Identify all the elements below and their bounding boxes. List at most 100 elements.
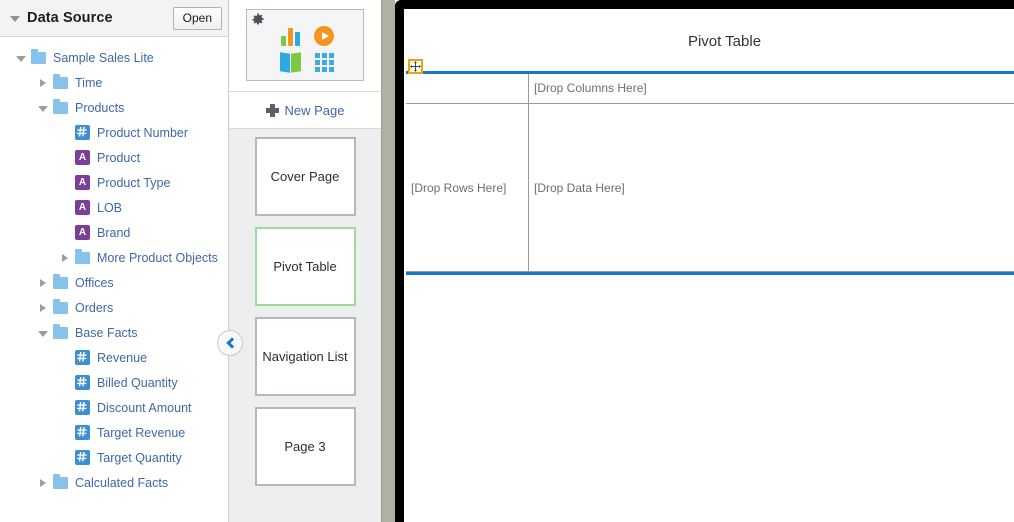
page-card[interactable]: Navigation List (254, 317, 356, 396)
number-icon (75, 350, 90, 365)
page-title: Data Source (27, 10, 113, 26)
page-card-label: Cover Page (270, 169, 340, 184)
drop-rows-zone[interactable]: [Drop Rows Here] (406, 104, 529, 272)
attribute-icon: A (75, 150, 90, 165)
folder-icon (53, 273, 68, 289)
pivot-grid: [Drop Columns Here] [Drop Rows Here] [Dr… (406, 74, 1014, 272)
tree-item-product-type[interactable]: A Product Type (0, 170, 228, 195)
collapsed-triangle-icon[interactable] (32, 303, 53, 312)
tree-item-revenue[interactable]: Revenue (0, 345, 228, 370)
pivot-table[interactable]: [Drop Columns Here] [Drop Rows Here] [Dr… (406, 71, 1014, 275)
bar-chart-icon (280, 26, 300, 46)
number-icon (75, 425, 90, 440)
tree-item-billed-quantity[interactable]: Billed Quantity (0, 370, 228, 395)
tree-item-label: More Product Objects (97, 250, 218, 265)
thumbnail-icon-grid (273, 23, 343, 75)
page-card[interactable]: Page 3 (254, 407, 356, 486)
tree-item-label: Brand (97, 225, 131, 240)
folder-icon (53, 323, 68, 339)
folder-icon (31, 48, 46, 64)
new-page-button[interactable]: New Page (229, 92, 381, 129)
tree-item-label: Product (97, 150, 141, 165)
tree-item-product-number[interactable]: Product Number (0, 120, 228, 145)
report-canvas: Pivot Table [Drop Columns Here] [Drop Ro… (382, 0, 1014, 522)
attribute-icon: A (75, 175, 90, 190)
panel-collapse-button[interactable] (217, 330, 243, 356)
tree-item-time[interactable]: Time (0, 70, 228, 95)
number-icon (75, 450, 90, 465)
tree-item-orders[interactable]: Orders (0, 295, 228, 320)
folder-icon (53, 73, 68, 89)
thumb-cell-bar (273, 26, 307, 46)
page-card[interactable]: Cover Page (254, 137, 356, 216)
page-card-label: Navigation List (262, 349, 348, 364)
drop-data-zone[interactable]: [Drop Data Here] (529, 104, 1014, 272)
folder-icon (53, 98, 68, 114)
tree-item-label: Offices (75, 275, 114, 290)
tree-item-label: LOB (97, 200, 123, 215)
tree-item-label: Product Type (97, 175, 171, 190)
tree-item-lob[interactable]: A LOB (0, 195, 228, 220)
play-icon (314, 26, 334, 46)
drop-columns-zone[interactable]: [Drop Columns Here] (529, 74, 1014, 104)
tree-item-label: Target Revenue (97, 425, 186, 440)
tree-item-label: Billed Quantity (97, 375, 178, 390)
tree-item-product[interactable]: A Product (0, 145, 228, 170)
collapsed-triangle-icon[interactable] (32, 478, 53, 487)
move-icon (410, 61, 421, 72)
page-card-label: Page 3 (284, 439, 326, 454)
tree-item-label: Target Quantity (97, 450, 182, 465)
data-source-panel: Data Source Open Sample Sales Lite Time Pr… (0, 0, 243, 522)
tree-item-offices[interactable]: Offices (0, 270, 228, 295)
tree-item-products[interactable]: Products (0, 95, 228, 120)
tree-item-label: Discount Amount (97, 400, 192, 415)
page-card[interactable]: Pivot Table (254, 227, 356, 306)
plus-icon (265, 103, 279, 117)
tree-item-brand[interactable]: A Brand (0, 220, 228, 245)
open-button[interactable]: Open (172, 6, 222, 30)
expanded-triangle-icon[interactable] (10, 54, 31, 62)
pages-panel: New Page Cover Page Pivot Table Navigation… (229, 0, 382, 522)
page-thumbnail-list: Cover Page Pivot Table Navigation List Page… (229, 129, 381, 522)
tree-item-target-revenue[interactable]: Target Revenue (0, 420, 228, 445)
folder-icon (53, 298, 68, 314)
expanded-triangle-icon[interactable] (32, 104, 53, 112)
tree-item-base-facts[interactable]: Base Facts (0, 320, 228, 345)
folder-icon (75, 248, 90, 264)
collapse-caret-icon[interactable] (10, 16, 20, 22)
pivot-corner-cell (406, 74, 529, 104)
tree-item-label: Products (75, 100, 125, 115)
report-thumbnail-area (229, 0, 381, 92)
tree-item-sample-sales-lite[interactable]: Sample Sales Lite (0, 45, 228, 70)
report-frame: Pivot Table [Drop Columns Here] [Drop Ro… (395, 0, 1014, 522)
move-handle[interactable] (408, 59, 423, 74)
book-icon (280, 53, 301, 72)
tree-item-label: Product Number (97, 125, 189, 140)
thumb-cell-grid (307, 52, 341, 72)
tree-item-target-quantity[interactable]: Target Quantity (0, 445, 228, 470)
collapsed-triangle-icon[interactable] (32, 278, 53, 287)
attribute-icon: A (75, 200, 90, 215)
tree-item-more-product-objects[interactable]: More Product Objects (0, 245, 228, 270)
new-page-label: New Page (284, 102, 345, 118)
collapsed-triangle-icon[interactable] (54, 253, 75, 262)
collapsed-triangle-icon[interactable] (32, 78, 53, 87)
report-thumbnail[interactable] (246, 9, 364, 81)
thumb-cell-book (273, 53, 307, 72)
data-source-tree[interactable]: Sample Sales Lite Time Products Product Num… (0, 37, 228, 522)
application-window: Data Source Open Sample Sales Lite Time Pr… (0, 0, 1014, 522)
report-inner: Pivot Table [Drop Columns Here] [Drop Ro… (404, 9, 1014, 522)
page-card-label: Pivot Table (273, 259, 337, 274)
tree-item-calculated-facts[interactable]: Calculated Facts (0, 470, 228, 495)
tree-item-discount-amount[interactable]: Discount Amount (0, 395, 228, 420)
attribute-icon: A (75, 225, 90, 240)
data-source-header: Data Source Open (0, 0, 228, 37)
number-icon (75, 400, 90, 415)
thumb-cell-play (307, 26, 341, 46)
number-icon (75, 375, 90, 390)
tree-item-label: Sample Sales Lite (53, 50, 154, 65)
expanded-triangle-icon[interactable] (32, 329, 53, 337)
tree-item-label: Orders (75, 300, 114, 315)
folder-icon (53, 473, 68, 489)
gear-icon[interactable] (251, 13, 265, 27)
